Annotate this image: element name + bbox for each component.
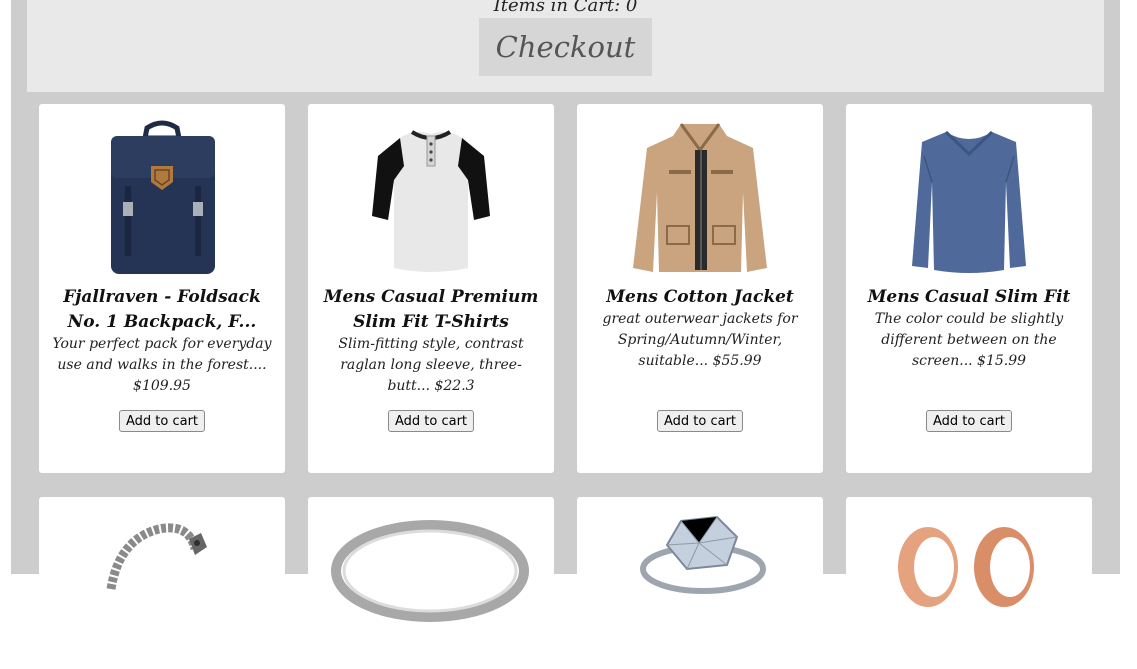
product-card: Fjallraven - Foldsack No. 1 Backpack, F.… bbox=[39, 104, 285, 473]
add-to-cart-button[interactable]: Add to cart bbox=[656, 410, 744, 432]
product-description: great outerwear jackets for Spring/Autum… bbox=[602, 311, 798, 369]
add-to-cart-button[interactable]: Add to cart bbox=[925, 410, 1013, 432]
backpack-image bbox=[111, 120, 215, 274]
product-title[interactable]: Mens Casual Slim Fit bbox=[854, 285, 1084, 310]
items-in-cart-label: Items in Cart: 0 bbox=[493, 0, 638, 16]
product-description: The color could be slightly different be… bbox=[874, 311, 1064, 369]
bracelet-image bbox=[106, 523, 207, 590]
product-description: Slim-fitting style, contrast raglan long… bbox=[338, 336, 524, 394]
product-card: Mens Casual Premium Slim Fit T-Shirts Sl… bbox=[308, 104, 554, 473]
add-to-cart-button[interactable]: Add to cart bbox=[118, 410, 206, 432]
checkout-button[interactable]: Checkout bbox=[479, 18, 652, 76]
product-title[interactable]: Mens Casual Premium Slim Fit T-Shirts bbox=[316, 285, 546, 335]
longsleeve-shirt-image bbox=[912, 130, 1026, 273]
product-title[interactable]: Mens Cotton Jacket bbox=[585, 285, 815, 310]
product-description: Your perfect pack for everyday use and w… bbox=[52, 336, 272, 394]
jacket-image bbox=[633, 123, 767, 272]
add-to-cart-button[interactable]: Add to cart bbox=[387, 410, 475, 432]
product-card: Mens Cotton Jacket great outerwear jacke… bbox=[577, 104, 823, 473]
tshirt-image bbox=[372, 130, 490, 272]
product-card: Mens Casual Slim Fit The color could be … bbox=[846, 104, 1092, 473]
cart-header: Items in Cart: 0 Checkout bbox=[27, 0, 1104, 92]
product-title[interactable]: Fjallraven - Foldsack No. 1 Backpack, F.… bbox=[47, 285, 277, 335]
diamond-ring-image bbox=[640, 515, 766, 594]
silver-ring-image bbox=[331, 520, 529, 622]
rose-gold-rings-image bbox=[898, 527, 1034, 607]
